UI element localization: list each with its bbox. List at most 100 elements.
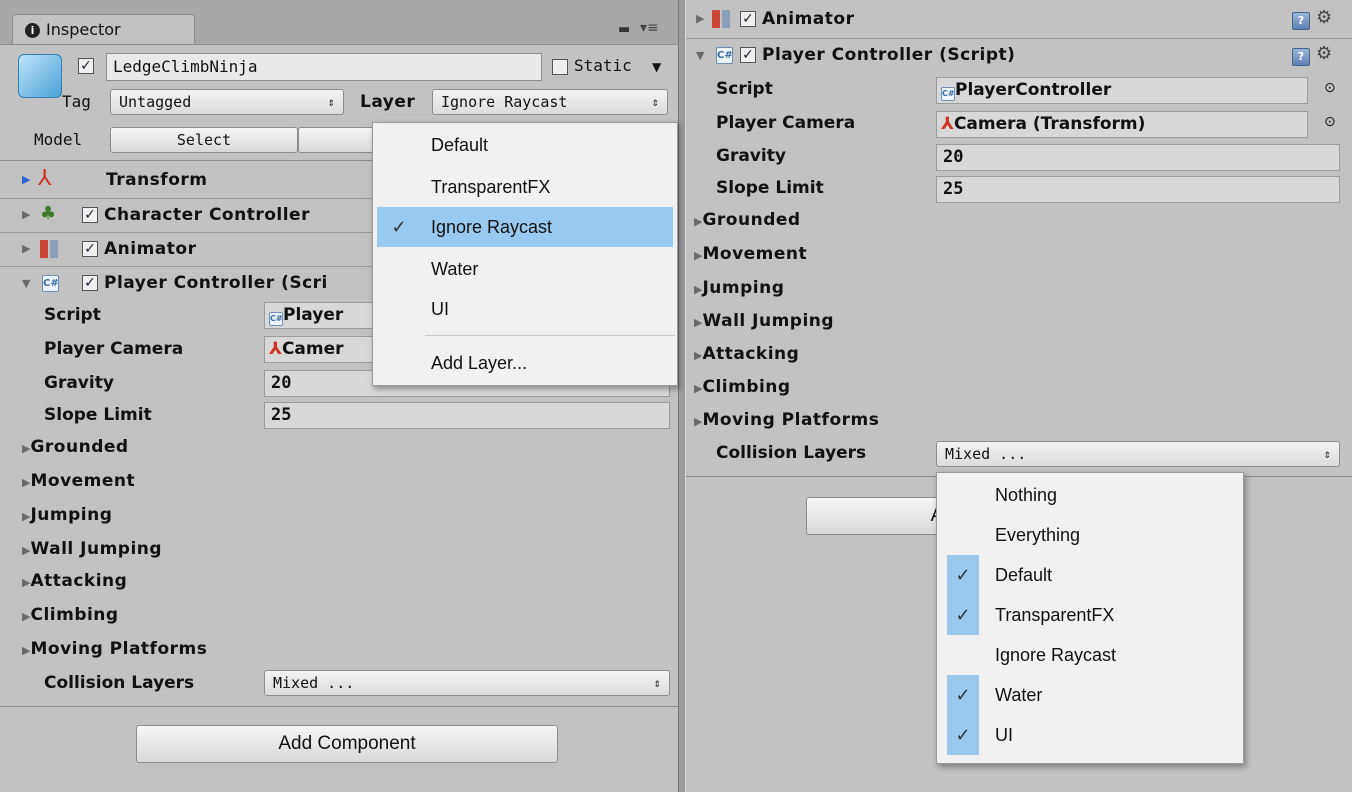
player-controller-checkbox[interactable]: ✓ <box>740 47 756 63</box>
group-jumping[interactable]: ▶Jumping <box>694 278 784 298</box>
menu-item-label: Water <box>995 685 1043 705</box>
tab-inspector[interactable]: i Inspector <box>12 14 195 44</box>
popup-arrows-icon: ⇕ <box>653 676 661 690</box>
tab-menu-icon[interactable]: ▾≡ <box>640 20 659 36</box>
foldout-closed-icon: ▶ <box>22 476 31 489</box>
group-climbing[interactable]: ▶Climbing <box>22 605 119 625</box>
foldout-closed-icon: ▶ <box>22 544 31 557</box>
collision-menu-item-ignore-raycast[interactable]: Ignore Raycast <box>937 635 1243 675</box>
camera-label: Player Camera <box>716 113 856 133</box>
collision-layers-label: Collision Layers <box>716 443 867 463</box>
gear-icon[interactable]: ⚙ <box>1316 43 1332 64</box>
group-grounded[interactable]: ▶Grounded <box>694 210 801 230</box>
gravity-field[interactable]: 20 <box>936 144 1340 171</box>
transform-title: Transform <box>106 170 208 190</box>
character-controller-checkbox[interactable]: ✓ <box>82 207 98 223</box>
animator-checkbox[interactable]: ✓ <box>740 11 756 27</box>
animator-header[interactable]: ▶ ✓ Animator ? ⚙ <box>686 4 1352 38</box>
slope-limit-field[interactable]: 25 <box>936 176 1340 203</box>
collision-layers-popup[interactable]: Mixed ... ⇕ <box>264 670 670 696</box>
object-picker-icon[interactable]: ⊙ <box>1324 114 1336 130</box>
group-attacking[interactable]: ▶Attacking <box>22 571 127 591</box>
collision-layers-label: Collision Layers <box>44 673 195 693</box>
csharp-script-icon: C# <box>716 47 733 64</box>
collision-menu-item-default[interactable]: ✓ Default <box>937 555 1243 595</box>
object-picker-icon[interactable]: ⊙ <box>1324 80 1336 96</box>
layer-menu-item-ignore-raycast[interactable]: ✓ Ignore Raycast <box>377 207 673 247</box>
layer-label: Layer <box>360 92 416 112</box>
foldout-closed-icon[interactable]: ▶ <box>22 173 30 186</box>
layer-menu-item-transparentfx[interactable]: TransparentFX <box>373 167 677 207</box>
layer-menu-item-add-layer[interactable]: Add Layer... <box>373 343 677 383</box>
object-name-field[interactable]: LedgeClimbNinja <box>106 53 542 81</box>
static-checkbox[interactable] <box>552 59 568 75</box>
csharp-script-icon: C# <box>941 87 955 101</box>
foldout-closed-icon: ▶ <box>694 415 703 428</box>
layer-popup[interactable]: Ignore Raycast ⇕ <box>432 89 668 115</box>
foldout-closed-icon: ▶ <box>694 349 703 362</box>
gear-icon[interactable]: ⚙ <box>1316 7 1332 28</box>
group-jumping[interactable]: ▶Jumping <box>22 505 112 525</box>
collision-layers-dropdown-menu: Nothing Everything ✓ Default ✓ Transparent… <box>936 472 1244 764</box>
slope-limit-field[interactable]: 25 <box>264 402 670 429</box>
group-movement[interactable]: ▶Movement <box>22 471 135 491</box>
animator-icon <box>40 240 58 258</box>
foldout-open-icon[interactable]: ▼ <box>696 49 704 62</box>
group-climbing[interactable]: ▶Climbing <box>694 377 791 397</box>
script-field[interactable]: C#PlayerController <box>936 77 1308 104</box>
group-wall-jumping[interactable]: ▶Wall Jumping <box>22 539 162 559</box>
group-wall-jumping[interactable]: ▶Wall Jumping <box>694 311 834 331</box>
group-movement[interactable]: ▶Movement <box>694 244 807 264</box>
gravity-label: Gravity <box>716 146 786 166</box>
foldout-closed-icon[interactable]: ▶ <box>22 208 30 221</box>
menu-separator <box>425 335 675 336</box>
group-moving-platforms[interactable]: ▶Moving Platforms <box>22 639 207 659</box>
tag-value: Untagged <box>119 93 192 111</box>
menu-item-label: Default <box>995 565 1053 585</box>
model-select-button[interactable]: Select <box>110 127 298 153</box>
help-icon[interactable]: ? <box>1292 12 1310 30</box>
foldout-closed-icon[interactable]: ▶ <box>696 12 704 25</box>
tab-label: Inspector <box>46 20 121 39</box>
group-moving-platforms[interactable]: ▶Moving Platforms <box>694 410 879 430</box>
collision-layers-popup[interactable]: Mixed ... ⇕ <box>936 441 1340 467</box>
layer-menu-item-ui[interactable]: UI <box>373 289 677 329</box>
foldout-closed-icon[interactable]: ▶ <box>22 242 30 255</box>
popup-arrows-icon: ⇕ <box>1323 447 1331 461</box>
collision-menu-item-transparentfx[interactable]: ✓ TransparentFX <box>937 595 1243 635</box>
collision-menu-item-ui[interactable]: ✓ UI <box>937 715 1243 755</box>
animator-icon <box>712 10 730 28</box>
character-controller-title: Character Controller <box>104 205 310 225</box>
left-inspector-panel: i Inspector ▬ ▾≡ ✓ LedgeClimbNinja Static… <box>0 0 678 792</box>
collision-menu-item-everything[interactable]: Everything <box>937 515 1243 555</box>
tag-popup[interactable]: Untagged ⇕ <box>110 89 344 115</box>
add-component-button[interactable]: Add Component <box>136 725 558 763</box>
checkmark-icon: ✓ <box>947 595 979 635</box>
player-controller-checkbox[interactable]: ✓ <box>82 275 98 291</box>
collision-menu-item-water[interactable]: ✓ Water <box>937 675 1243 715</box>
layer-menu-item-water[interactable]: Water <box>373 249 677 289</box>
collision-menu-item-nothing[interactable]: Nothing <box>937 475 1243 515</box>
group-label: Moving Platforms <box>702 410 880 430</box>
help-icon[interactable]: ? <box>1292 48 1310 66</box>
group-label: Jumping <box>30 505 113 525</box>
static-dropdown-icon[interactable]: ▼ <box>652 60 661 74</box>
lock-icon[interactable]: ▬ <box>618 22 630 37</box>
popup-arrows-icon: ⇕ <box>327 95 335 109</box>
player-controller-header[interactable]: ▼ C# ✓ Player Controller (Script) ? ⚙ <box>686 38 1352 72</box>
layer-menu-item-default[interactable]: Default <box>373 125 677 165</box>
gameobject-icon <box>18 54 62 98</box>
foldout-open-icon[interactable]: ▼ <box>22 277 30 290</box>
group-grounded[interactable]: ▶Grounded <box>22 437 129 457</box>
script-label: Script <box>44 305 101 325</box>
checkmark-icon: ✓ <box>947 555 979 595</box>
foldout-closed-icon: ▶ <box>22 510 31 523</box>
camera-field[interactable]: ⅄Camera (Transform) <box>936 111 1308 138</box>
player-controller-title: Player Controller (Script) <box>762 45 1016 65</box>
foldout-closed-icon: ▶ <box>22 442 31 455</box>
slope-limit-label: Slope Limit <box>44 405 152 425</box>
active-checkbox[interactable]: ✓ <box>78 58 94 74</box>
group-attacking[interactable]: ▶Attacking <box>694 344 799 364</box>
camera-value: Camera (Transform) <box>953 114 1146 134</box>
animator-checkbox[interactable]: ✓ <box>82 241 98 257</box>
